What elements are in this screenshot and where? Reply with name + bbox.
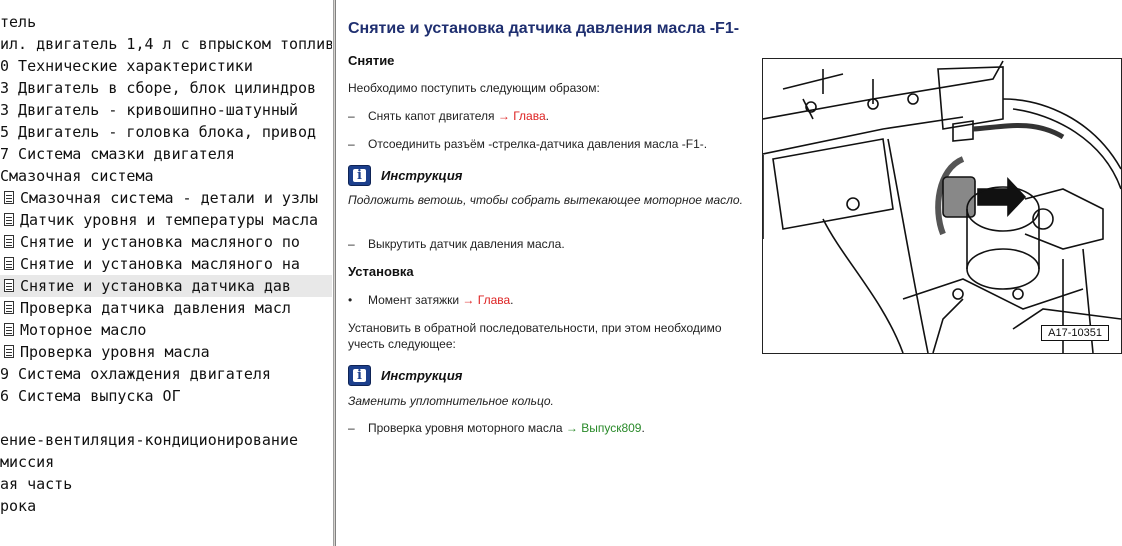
note-text: Подложить ветошь, чтобы собрать вытекающ… [348,193,743,207]
info-glyph: i [357,368,362,383]
toc-item[interactable]: Проверка уровня масла [0,341,332,363]
toc-item-label: 9 Система охлаждения двигателя [0,365,271,383]
toc-item[interactable]: Смазочная система - детали и узлы [0,187,332,209]
toc-item[interactable]: ил. двигатель 1,4 л с впрыском топлива [0,33,332,55]
toc-item[interactable]: Снятие и установка датчика дав [0,275,332,297]
toc-item[interactable]: рока [0,495,332,517]
content-pane: Снятие и установка датчика давления масл… [337,0,1122,546]
toc-item-label: Снятие и установка масляного на [20,255,300,273]
toc-item-label: 3 Двигатель - кривошипно-шатунный [0,101,299,119]
toc-item[interactable]: Датчик уровня и температуры масла [0,209,332,231]
document-icon [4,213,14,226]
period: . [510,293,514,307]
issue-link[interactable]: → Выпуск809 [566,421,642,435]
toc-item-label: ил. двигатель 1,4 л с впрыском топлива [0,35,332,53]
step-text: Отсоединить разъём -стрелка-датчика давл… [368,137,708,151]
note-heading: Инструкция [381,368,463,383]
dash-mark: – [348,137,355,151]
toc-item[interactable]: Моторное масло [0,319,332,341]
toc-item[interactable]: Проверка датчика давления масл [0,297,332,319]
toc-item[interactable]: миссия [0,451,332,473]
toc-item[interactable]: ение-вентиляция-кондиционирование [0,429,332,451]
chapter-link[interactable]: → Глава [462,293,510,307]
period: . [641,421,645,435]
page-title: Снятие и установка датчика давления масл… [348,20,740,37]
toc-item-label: Датчик уровня и температуры масла [20,211,319,229]
toc-item-label: ение-вентиляция-кондиционирование [0,431,299,449]
document-icon [4,323,14,336]
step-text: Выкрутить датчик давления масла. [368,237,565,251]
engine-drawing [763,60,1121,353]
toc-item-label: 7 Система смазки двигателя [0,145,235,163]
toc-item[interactable] [0,407,332,429]
toc-item[interactable]: 5 Двигатель - головка блока, привод [0,121,332,143]
dash-mark: – [348,109,355,123]
toc-item[interactable]: 3 Двигатель в сборе, блок цилиндров [0,77,332,99]
toc-item[interactable]: 6 Система выпуска ОГ [0,385,332,407]
engine-illustration: A17-10351 [762,58,1122,354]
note-text: Заменить уплотнительное кольцо. [348,394,554,408]
install-heading: Установка [348,264,414,279]
note-heading: Инструкция [381,168,463,183]
toc-item-label: Проверка уровня масла [20,343,210,361]
document-icon [4,257,14,270]
toc-item-label: 5 Двигатель - головка блока, привод [0,123,317,141]
toc-item-label: Проверка датчика давления масл [20,299,291,317]
toc-item[interactable]: ая часть [0,473,332,495]
intro-text: Необходимо поступить следующим образом: [348,81,600,95]
step-text: Проверка уровня моторного масла [368,421,563,435]
toc-item-label: 6 Система выпуска ОГ [0,387,181,405]
torque-text: Момент затяжки [368,293,460,307]
toc-item-label: миссия [0,453,55,471]
toc-item[interactable]: Снятие и установка масляного по [0,231,332,253]
step-remove-hood: – Снять капот двигателя → Глава. [348,109,549,123]
toc-item[interactable]: 7 Система смазки двигателя [0,143,332,165]
toc-item[interactable]: 9 Система охлаждения двигателя [0,363,332,385]
toc-item[interactable]: Смазочная система [0,165,332,187]
info-glyph: i [357,168,362,183]
toc-item-label: 3 Двигатель в сборе, блок цилиндров [0,79,317,97]
torque-item: • Момент затяжки → Глава. [348,293,514,307]
toc-item[interactable]: тель [0,11,332,33]
document-icon [4,235,14,248]
step-disconnect-connector: – Отсоединить разъём -стрелка-датчика дав… [348,137,707,151]
bullet-mark: • [348,293,353,307]
toc-item-label: Моторное масло [20,321,147,339]
figure-label: A17-10351 [1041,325,1109,341]
toc-item[interactable]: 3 Двигатель - кривошипно-шатунный [0,99,332,121]
toc-item-label: ая часть [0,475,73,493]
pane-splitter[interactable] [333,0,336,546]
toc-item-label: Снятие и установка масляного по [20,233,300,251]
info-icon: i [348,165,371,186]
dash-mark: – [348,237,355,251]
removal-heading: Снятие [348,53,395,68]
toc-item-label: 0 Технические характеристики [0,57,253,75]
document-icon [4,345,14,358]
toc-tree[interactable]: тель ил. двигатель 1,4 л с впрыском топли… [0,0,332,546]
info-icon: i [348,365,371,386]
toc-item[interactable]: 0 Технические характеристики [0,55,332,77]
step-check-oil-level: – Проверка уровня моторного масла → Выпус… [348,421,645,435]
toc-item-label: рока [0,497,37,515]
toc-item[interactable]: Снятие и установка масляного на [0,253,332,275]
reverse-order-text: Установить в обратной последовательности… [348,321,722,351]
toc-item-label: тель [0,13,37,31]
period: . [545,109,549,123]
step-unscrew-sensor: – Выкрутить датчик давления масла. [348,237,565,251]
document-icon [4,279,14,292]
step-text: Снять капот двигателя [368,109,495,123]
toc-item-label: Смазочная система [0,167,154,185]
chapter-link[interactable]: → Глава [498,109,546,123]
document-icon [4,301,14,314]
toc-item-label: Снятие и установка датчика дав [20,277,291,295]
dash-mark: – [348,421,355,435]
document-icon [4,191,14,204]
toc-item-label: Смазочная система - детали и узлы [20,189,319,207]
